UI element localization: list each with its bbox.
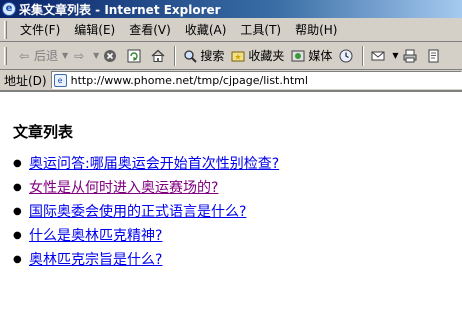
back-button[interactable]: ⇦ 后退: [13, 45, 61, 67]
search-button[interactable]: 搜索: [179, 45, 227, 67]
standard-toolbar: ⇦ 后退 ▼ ⇨ ▼ 搜索 收藏夹 媒体 ▼: [0, 42, 462, 70]
search-icon: [182, 48, 198, 64]
article-list: ● 奥运问答:哪届奥运会开始首次性别检查? ● 女性是从何时进入奥运赛场的? ●…: [13, 152, 462, 272]
list-item: ● 什么是奥林匹克精神?: [13, 224, 462, 248]
forward-arrow-icon: ⇨: [74, 48, 85, 63]
toolbar-grip[interactable]: [4, 20, 7, 39]
bullet-icon: ●: [13, 158, 22, 169]
bullet-icon: ●: [13, 182, 22, 193]
favorites-button[interactable]: 收藏夹: [227, 45, 287, 67]
media-button[interactable]: 媒体: [287, 45, 335, 67]
bullet-icon: ●: [13, 254, 22, 265]
toolbar-separator: [362, 45, 365, 66]
media-icon: [290, 48, 306, 64]
article-link[interactable]: 奥林匹克宗旨是什么?: [29, 248, 162, 272]
toolbar-separator: [174, 45, 177, 66]
edit-page-icon: [426, 48, 442, 64]
article-link[interactable]: 女性是从何时进入奥运赛场的?: [29, 176, 218, 200]
back-arrow-icon: ⇦: [18, 48, 30, 63]
menu-file[interactable]: 文件(F): [13, 20, 67, 40]
menu-edit[interactable]: 编辑(E): [67, 20, 122, 40]
forward-button[interactable]: ⇨: [68, 45, 92, 67]
favorites-label: 收藏夹: [248, 49, 285, 63]
ie-icon: e: [2, 2, 16, 16]
address-input[interactable]: e http://www.phome.net/tmp/cjpage/list.h…: [50, 71, 462, 89]
print-button[interactable]: [399, 45, 423, 67]
article-link[interactable]: 国际奥委会使用的正式语言是什么?: [29, 200, 246, 224]
address-url: http://www.phome.net/tmp/cjpage/list.htm…: [70, 73, 308, 87]
list-item: ● 奥林匹克宗旨是什么?: [13, 248, 462, 272]
article-link[interactable]: 奥运问答:哪届奥运会开始首次性别检查?: [29, 152, 279, 176]
edit-button[interactable]: [423, 45, 447, 67]
favorites-folder-icon: [230, 48, 246, 64]
address-label: 地址(D): [4, 73, 47, 88]
menu-bar: 文件(F) 编辑(E) 查看(V) 收藏(A) 工具(T) 帮助(H): [0, 18, 462, 42]
mail-button[interactable]: [367, 45, 391, 67]
print-icon: [402, 48, 418, 64]
stop-icon: [102, 48, 118, 64]
stop-button[interactable]: [99, 45, 123, 67]
search-label: 搜索: [200, 49, 225, 63]
home-icon: [150, 48, 166, 64]
list-item: ● 国际奥委会使用的正式语言是什么?: [13, 200, 462, 224]
bullet-icon: ●: [13, 206, 22, 217]
window-title: 采集文章列表 - Internet Explorer: [19, 2, 221, 17]
page-icon: e: [53, 73, 67, 87]
refresh-icon: [126, 48, 142, 64]
menu-tools[interactable]: 工具(T): [233, 20, 288, 40]
bullet-icon: ●: [13, 230, 22, 241]
back-label: 后退: [34, 49, 59, 63]
page-heading: 文章列表: [13, 123, 74, 141]
home-button[interactable]: [147, 45, 171, 67]
menu-favorites[interactable]: 收藏(A): [178, 20, 234, 40]
menu-view[interactable]: 查看(V): [122, 20, 178, 40]
menu-help[interactable]: 帮助(H): [288, 20, 344, 40]
list-item: ● 女性是从何时进入奥运赛场的?: [13, 176, 462, 200]
history-button[interactable]: [335, 45, 359, 67]
address-bar: 地址(D) e http://www.phome.net/tmp/cjpage/…: [0, 70, 462, 92]
mail-icon: [370, 48, 386, 64]
refresh-button[interactable]: [123, 45, 147, 67]
history-icon: [338, 48, 354, 64]
list-item: ● 奥运问答:哪届奥运会开始首次性别检查?: [13, 152, 462, 176]
page-content: 文章列表 ● 奥运问答:哪届奥运会开始首次性别检查? ● 女性是从何时进入奥运赛…: [0, 94, 462, 318]
title-bar[interactable]: e 采集文章列表 - Internet Explorer: [0, 0, 462, 18]
article-link[interactable]: 什么是奥林匹克精神?: [29, 224, 162, 248]
media-label: 媒体: [308, 49, 333, 63]
toolbar-grip[interactable]: [4, 46, 7, 65]
